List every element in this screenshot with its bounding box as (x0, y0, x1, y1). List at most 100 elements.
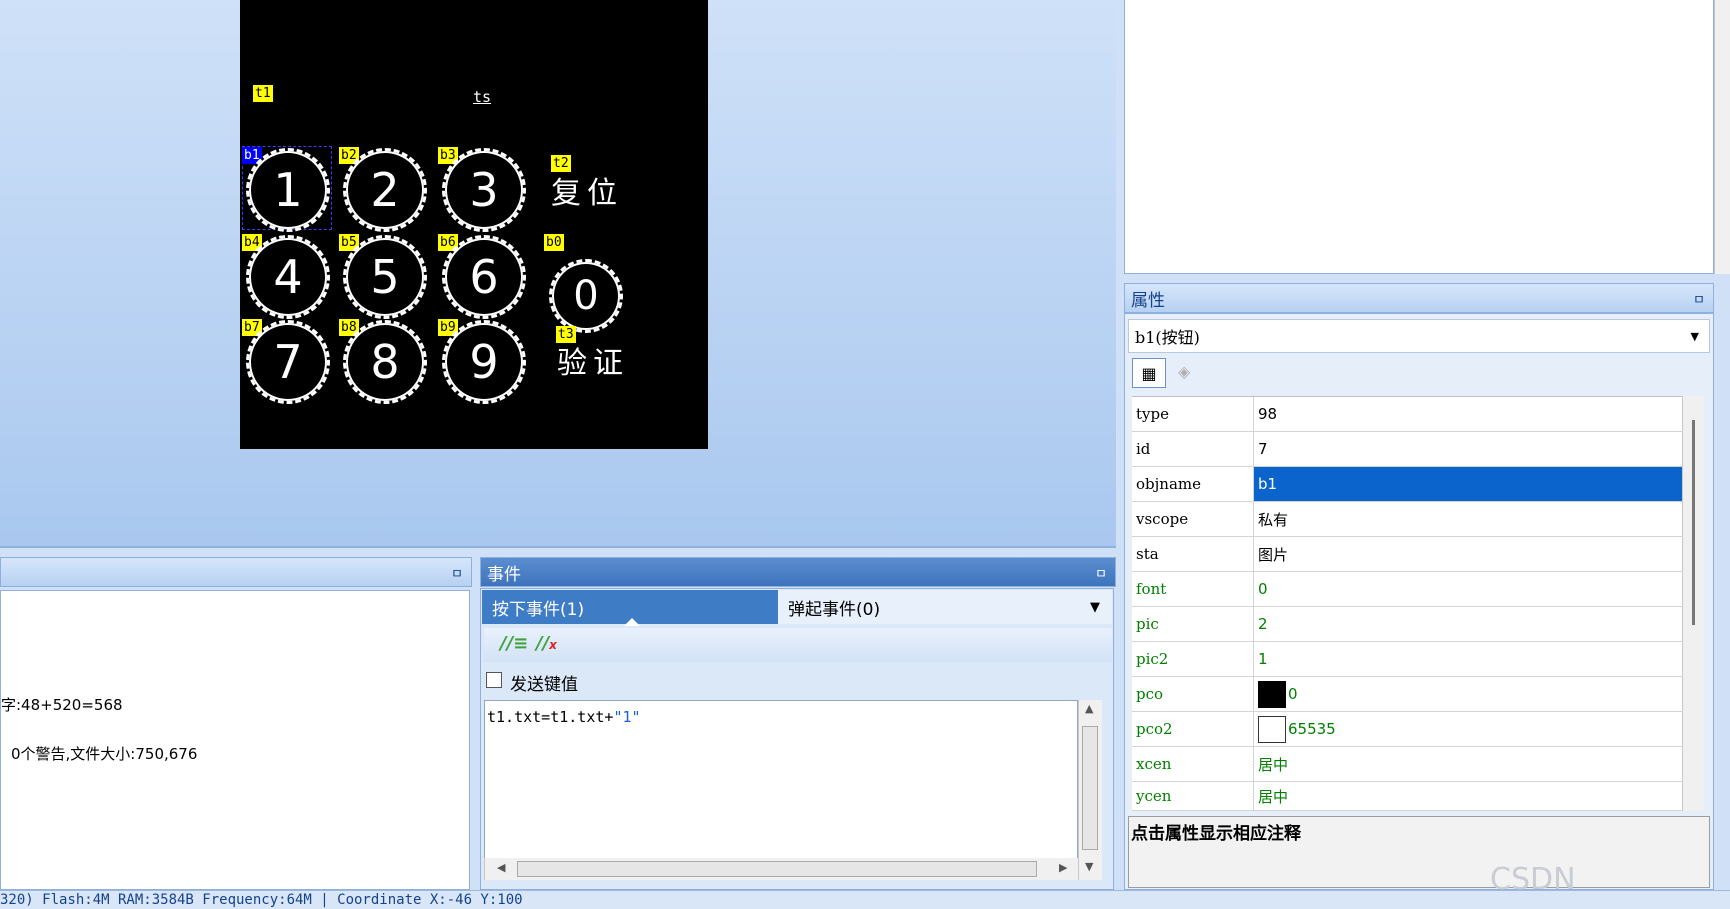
scroll-down-icon[interactable]: ▼ (1085, 860, 1093, 873)
event-pane-title: 事件 (487, 564, 521, 585)
component-tag-b0[interactable]: b0 (544, 234, 564, 251)
property-row-vscope[interactable]: vscope 私有 (1132, 502, 1682, 537)
vertical-scroll-thumb[interactable] (1082, 726, 1098, 850)
pin-icon[interactable]: ㅁ (451, 563, 463, 582)
key-button-0[interactable]: 0 (549, 259, 623, 333)
event-toolbar: //≡ //x (484, 628, 1112, 662)
key-button-9[interactable]: 9 (442, 320, 526, 404)
chevron-down-icon[interactable]: ▼ (1691, 330, 1699, 343)
property-name: type (1132, 397, 1254, 431)
chevron-down-icon[interactable]: ▼ (1090, 600, 1100, 615)
status-bar: 320) Flash:4M RAM:3584B Frequency:64M | … (0, 890, 1730, 909)
pin-icon[interactable]: ㅁ (1693, 289, 1705, 308)
tab-release-event[interactable]: 弹起事件(0) ▼ (778, 590, 1112, 624)
property-grid-scrollbar[interactable] (1682, 396, 1704, 811)
property-value[interactable]: 7 (1254, 432, 1682, 466)
send-key-label: 发送键值 (510, 675, 578, 695)
property-row-font[interactable]: font 0 (1132, 572, 1682, 607)
color-swatch-black[interactable] (1258, 680, 1286, 708)
output-line-2: 0个警告,文件大小:750,676 (11, 745, 198, 763)
property-row-ycen[interactable]: ycen 居中 (1132, 782, 1682, 811)
property-value[interactable]: 2 (1254, 607, 1682, 641)
property-page-icon[interactable]: ◈ (1178, 362, 1190, 381)
property-value[interactable]: 图片 (1254, 537, 1682, 571)
property-scroll-thumb[interactable] (1692, 420, 1695, 625)
key-button-3[interactable]: 3 (442, 148, 526, 232)
code-line-1[interactable]: t1.txt=t1.txt+"1" (487, 708, 641, 726)
code-statement: t1.txt=t1.txt+ (487, 708, 614, 726)
horizontal-scroll-thumb[interactable] (517, 861, 1037, 877)
property-row-pco[interactable]: pco 0 (1132, 677, 1682, 712)
property-name: ycen (1132, 782, 1254, 810)
property-row-sta[interactable]: sta 图片 (1132, 537, 1682, 572)
key-button-7[interactable]: 7 (246, 320, 330, 404)
property-value: 65535 (1288, 720, 1336, 738)
property-name: vscope (1132, 502, 1254, 536)
scroll-left-icon[interactable]: ◀ (497, 861, 505, 874)
key-button-2[interactable]: 2 (343, 148, 427, 232)
property-value: 0 (1288, 685, 1298, 703)
property-value[interactable]: 居中 (1254, 782, 1682, 810)
properties-pane-header: 属性 ㅁ (1124, 283, 1714, 313)
text-ts[interactable]: ts (473, 88, 491, 106)
property-hint-text: 点击属性显示相应注释 (1131, 824, 1301, 844)
output-line-1: 字:48+520=568 (1, 696, 123, 714)
property-name: sta (1132, 537, 1254, 571)
property-value[interactable]: 98 (1254, 397, 1682, 431)
property-name: pco (1132, 677, 1254, 711)
key-button-4[interactable]: 4 (246, 235, 330, 319)
tab-indicator (624, 618, 640, 626)
property-name: font (1132, 572, 1254, 606)
property-name: pic (1132, 607, 1254, 641)
comment-lines-icon[interactable]: //≡ (500, 633, 528, 654)
key-button-6[interactable]: 6 (442, 235, 526, 319)
uncomment-lines-icon[interactable]: //x (536, 633, 557, 654)
property-value[interactable]: 私有 (1254, 502, 1682, 536)
key-button-5[interactable]: 5 (343, 235, 427, 319)
editor-vertical-scrollbar[interactable]: ▲ ▼ (1078, 700, 1102, 880)
object-selector-value: b1(按钮) (1135, 328, 1200, 347)
categorized-view-icon[interactable]: ▦ (1132, 358, 1166, 388)
property-value[interactable]: 居中 (1254, 747, 1682, 781)
property-value-cell[interactable]: 65535 (1254, 712, 1682, 746)
property-row-id[interactable]: id 7 (1132, 432, 1682, 467)
editor-horizontal-scrollbar[interactable]: ◀ ▶ (484, 858, 1078, 880)
reset-label[interactable]: 复位 (551, 168, 623, 212)
output-pane: 字:48+520=568 0个警告,文件大小:750,676 (0, 590, 470, 890)
color-swatch-white[interactable] (1258, 715, 1286, 743)
property-row-pic2[interactable]: pic2 1 (1132, 642, 1682, 677)
property-row-objname[interactable]: objname b1 (1132, 467, 1682, 502)
property-name: pic2 (1132, 642, 1254, 676)
scroll-right-icon[interactable]: ▶ (1059, 861, 1067, 874)
property-value[interactable]: 0 (1254, 572, 1682, 606)
send-key-checkbox[interactable] (486, 672, 502, 688)
verify-label[interactable]: 验证 (557, 338, 629, 382)
object-selector[interactable]: b1(按钮) ▼ (1128, 319, 1710, 353)
event-pane-header: 事件 ㅁ (480, 557, 1116, 587)
key-button-8[interactable]: 8 (343, 320, 427, 404)
property-name: pco2 (1132, 712, 1254, 746)
component-tag-t1[interactable]: t1 (253, 85, 273, 102)
property-row-type[interactable]: type 98 (1132, 397, 1682, 432)
scroll-up-icon[interactable]: ▲ (1085, 702, 1093, 715)
device-screen[interactable]: t1 ts b1 1 b2 2 b3 3 t2 复位 b4 4 b5 5 b6 … (240, 0, 708, 449)
pin-icon[interactable]: ㅁ (1095, 563, 1107, 582)
property-name: id (1132, 432, 1254, 466)
status-bar-text: 320) Flash:4M RAM:3584B Frequency:64M | … (0, 892, 523, 908)
property-name: objname (1132, 467, 1254, 501)
tab-release-label: 弹起事件(0) (788, 599, 881, 620)
properties-pane-title: 属性 (1131, 290, 1165, 311)
event-code-editor[interactable]: t1.txt=t1.txt+"1" (484, 700, 1078, 880)
output-pane-header: ㅁ (0, 557, 472, 587)
property-value[interactable]: b1 (1254, 467, 1682, 501)
property-row-pic[interactable]: pic 2 (1132, 607, 1682, 642)
key-button-1[interactable]: 1 (246, 148, 330, 232)
property-row-xcen[interactable]: xcen 居中 (1132, 747, 1682, 782)
code-string-literal: "1" (613, 708, 641, 726)
page-list-panel (1124, 0, 1714, 274)
property-row-pco2[interactable]: pco2 65535 (1132, 712, 1682, 747)
property-value-cell[interactable]: 0 (1254, 677, 1682, 711)
right-edge-scrollbar[interactable] (1714, 0, 1730, 274)
property-name: xcen (1132, 747, 1254, 781)
property-value[interactable]: 1 (1254, 642, 1682, 676)
